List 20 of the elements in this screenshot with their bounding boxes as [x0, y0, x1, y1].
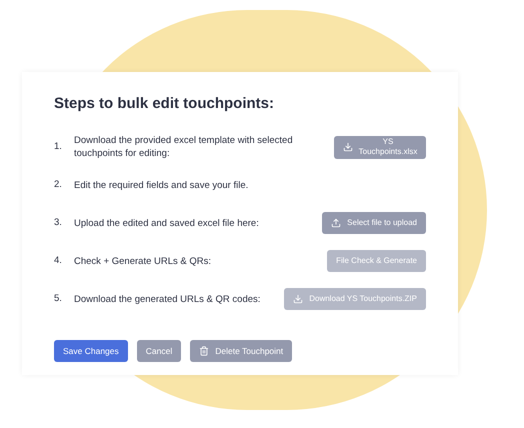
download-icon: [342, 142, 353, 152]
step-number: 3.: [54, 216, 63, 230]
step-button[interactable]: YS Touchpoints.xlsx: [334, 136, 426, 158]
step-button[interactable]: Select file to upload: [322, 212, 426, 234]
step-number: 4.: [54, 254, 63, 268]
step-text: Check + Generate URLs & QRs:: [74, 254, 212, 268]
download-icon: [293, 294, 304, 304]
step-text: Download the provided excel template with selected touchpoints for editing:: [74, 134, 294, 160]
step-text: Edit the required fields and save your file.: [74, 178, 250, 192]
step-number: 1.: [54, 140, 63, 154]
action-button[interactable]: Save Changes: [54, 340, 128, 362]
step-number: 5.: [54, 292, 63, 306]
upload-icon: [331, 218, 342, 228]
action-button[interactable]: Delete Touchpoint: [190, 340, 292, 362]
card-title: Steps to bulk edit touchpoints:: [54, 94, 275, 114]
step-text: Download the generated URLs & QR codes:: [74, 292, 262, 306]
step-number: 2.: [54, 178, 63, 192]
step-text: Upload the edited and saved excel file here:: [74, 216, 260, 230]
trash-icon: [199, 346, 210, 356]
action-button[interactable]: Cancel: [136, 340, 182, 362]
